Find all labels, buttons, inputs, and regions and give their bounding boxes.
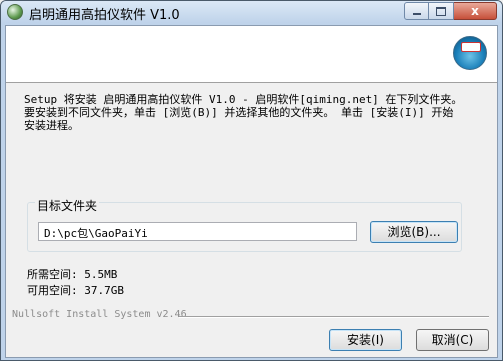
header-panel [6, 26, 497, 83]
destination-folder-label: 目标文件夹 [35, 197, 100, 214]
destination-path-input[interactable]: D:\pc包\GaoPaiYi [38, 222, 357, 241]
maximize-icon [429, 3, 453, 19]
installer-page: Setup 将安装 启明通用高拍仪软件 V1.0 - 启明软件[qiming.n… [5, 25, 498, 358]
window-title: 启明通用高拍仪软件 V1.0 [29, 8, 180, 23]
close-button[interactable]: x [454, 2, 497, 20]
maximize-button[interactable] [429, 2, 454, 20]
cancel-button[interactable]: 取消(C) [416, 329, 489, 351]
install-description: Setup 将安装 启明通用高拍仪软件 V1.0 - 启明软件[qiming.n… [24, 93, 463, 132]
nsis-branding: Nullsoft Install System v2.46 [12, 309, 187, 320]
install-button[interactable]: 安装(I) [329, 329, 402, 351]
close-icon: x [471, 4, 479, 18]
minimize-button[interactable] [404, 2, 429, 20]
browse-button[interactable]: 浏览(B)... [370, 221, 458, 243]
installer-cd-icon [453, 36, 487, 70]
minimize-icon [405, 3, 428, 19]
window-controls: x [404, 2, 497, 20]
space-available: 可用空间: 37.7GB [27, 284, 124, 297]
installer-window: 启明通用高拍仪软件 V1.0 x Setup 将安装 启明通用高拍仪软件 V1.… [0, 0, 503, 361]
branding-divider [179, 316, 489, 318]
space-required: 所需空间: 5.5MB [27, 268, 118, 281]
title-bar[interactable]: 启明通用高拍仪软件 V1.0 x [1, 1, 502, 23]
app-icon [7, 4, 23, 20]
